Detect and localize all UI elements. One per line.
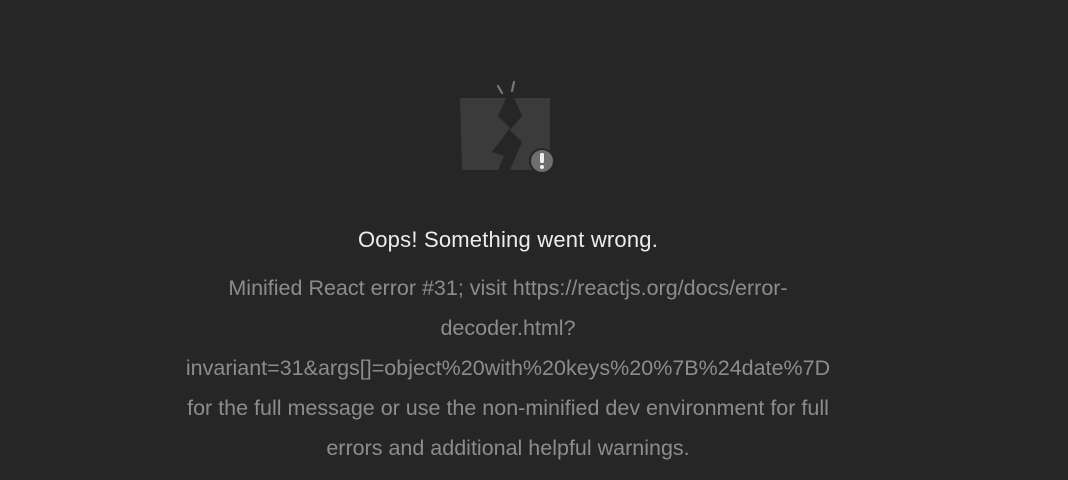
error-message-line: errors and additional helpful warnings. xyxy=(326,436,690,460)
error-message: Minified React error #31; visit https://… xyxy=(112,268,904,468)
error-message-line: for the full message or use the non-mini… xyxy=(187,396,829,420)
broken-page-warning-icon xyxy=(452,78,562,178)
error-message-line: Minified React error #31; visit https://… xyxy=(228,276,788,300)
error-message-line: decoder.html? xyxy=(440,316,576,340)
error-title: Oops! Something went wrong. xyxy=(357,227,659,252)
error-page: Oops! Something went wrong. Minified Rea… xyxy=(0,0,1068,480)
error-message-line: invariant=31&args[]=object%20with%20keys… xyxy=(185,356,831,380)
